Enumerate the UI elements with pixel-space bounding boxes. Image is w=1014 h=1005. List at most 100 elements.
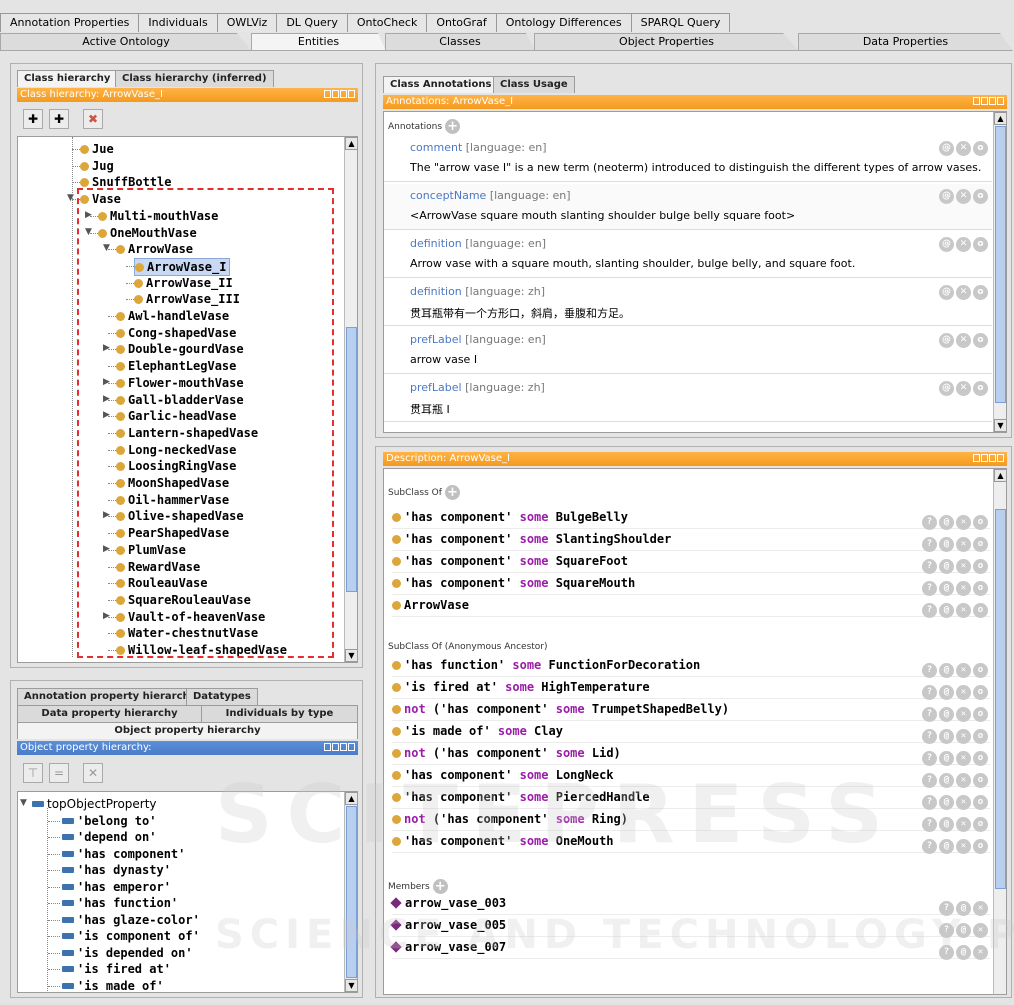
tab-object-property-hierarchy[interactable]: Object property hierarchy (17, 722, 358, 739)
delete-icon[interactable]: ✕ (956, 795, 971, 810)
annotate-icon[interactable]: @ (939, 795, 954, 810)
scroll-down-icon[interactable]: ▼ (994, 419, 1006, 432)
edit-icon[interactable]: o (973, 663, 988, 678)
explain-icon[interactable]: ? (922, 685, 937, 700)
tab-individuals-by-type[interactable]: Individuals by type (201, 705, 358, 722)
tab-ontograf[interactable]: OntoGraf (426, 13, 497, 32)
explain-icon[interactable]: ? (922, 581, 937, 596)
scroll-up-icon[interactable]: ▲ (994, 469, 1006, 482)
tab-active-ontology[interactable]: Active Ontology (0, 33, 252, 51)
property-tree-item[interactable]: 'has component' (62, 846, 185, 862)
window-buttons-icon[interactable] (324, 743, 355, 751)
explain-icon[interactable]: ? (922, 751, 937, 766)
tab-data-property-hierarchy[interactable]: Data property hierarchy (17, 705, 202, 722)
delete-icon[interactable]: ✕ (956, 537, 971, 552)
add-member-icon[interactable]: + (432, 879, 448, 894)
property-tree-item[interactable]: 'has emperor' (62, 879, 171, 895)
annotation-property[interactable]: definition (410, 237, 462, 250)
explain-icon[interactable]: ? (922, 537, 937, 552)
annotate-icon[interactable]: @ (939, 141, 954, 156)
edit-icon[interactable]: o (973, 285, 988, 300)
add-subclass-icon[interactable]: ✚ (23, 109, 43, 129)
collapse-arrow-icon[interactable]: ▼ (20, 798, 27, 808)
annotation-property[interactable]: prefLabel (410, 381, 462, 394)
scroll-thumb[interactable] (346, 327, 357, 592)
add-sibling-property-icon[interactable]: = (49, 763, 69, 783)
tab-class-annotations[interactable]: Class Annotations (383, 76, 499, 93)
annotate-icon[interactable]: @ (939, 751, 954, 766)
tab-class-hierarchy[interactable]: Class hierarchy (17, 70, 118, 87)
explain-icon[interactable]: ? (922, 773, 937, 788)
annotate-icon[interactable]: @ (939, 559, 954, 574)
edit-icon[interactable]: o (973, 707, 988, 722)
tab-data-properties[interactable]: Data Properties (798, 33, 1013, 51)
delete-icon[interactable]: ✕ (956, 603, 971, 618)
edit-icon[interactable]: o (973, 729, 988, 744)
edit-icon[interactable]: o (973, 773, 988, 788)
window-buttons-icon[interactable] (973, 97, 1004, 105)
edit-icon[interactable]: o (973, 817, 988, 832)
property-tree-item[interactable]: topObjectProperty (32, 796, 157, 812)
edit-icon[interactable]: o (973, 189, 988, 204)
explain-icon[interactable]: ? (922, 839, 937, 854)
edit-icon[interactable]: o (973, 581, 988, 596)
annotation-property[interactable]: prefLabel (410, 333, 462, 346)
property-tree-item[interactable]: 'is fired at' (62, 961, 171, 977)
annotate-icon[interactable]: @ (939, 381, 954, 396)
explain-icon[interactable]: ? (922, 795, 937, 810)
axiom-row[interactable]: 'is fired at' some HighTemperature? @ ✕ o (392, 677, 990, 700)
annotations-scrollbar[interactable]: ▲ ▼ (993, 112, 1006, 432)
annotate-icon[interactable]: @ (939, 839, 954, 854)
annotate-icon[interactable]: @ (939, 581, 954, 596)
annotation-row[interactable]: definition [language: en] Arrow vase with… (384, 232, 992, 278)
annotate-icon[interactable]: @ (939, 537, 954, 552)
edit-icon[interactable]: o (973, 685, 988, 700)
scroll-thumb[interactable] (995, 509, 1006, 889)
edit-icon[interactable]: o (973, 839, 988, 854)
window-buttons-icon[interactable] (973, 454, 1004, 462)
delete-icon[interactable]: ✕ (956, 685, 971, 700)
scroll-down-icon[interactable]: ▼ (345, 979, 357, 992)
property-tree-item[interactable]: 'is made of' (62, 978, 164, 992)
delete-icon[interactable]: ✕ (956, 581, 971, 596)
axiom-row[interactable]: 'is made of' some Clay? @ ✕ o (392, 721, 990, 744)
window-buttons-icon[interactable] (324, 90, 355, 98)
scroll-thumb[interactable] (995, 126, 1006, 403)
annotation-row[interactable]: definition [language: zh] 贯耳瓶带有一个方形口，斜肩，垂… (384, 280, 992, 326)
edit-icon[interactable]: o (973, 751, 988, 766)
tab-class-hierarchy-inferred[interactable]: Class hierarchy (inferred) (115, 70, 274, 87)
add-annotation-icon[interactable]: + (445, 119, 461, 134)
tab-annotation-properties[interactable]: Annotation Properties (0, 13, 140, 32)
annotate-icon[interactable]: @ (939, 817, 954, 832)
class-tree-item[interactable]: Jue (80, 141, 114, 157)
axiom-row[interactable]: not ('has component' some TrumpetShapedB… (392, 699, 990, 722)
delete-icon[interactable]: ✕ (956, 559, 971, 574)
annotate-icon[interactable]: @ (939, 603, 954, 618)
delete-icon[interactable]: ✕ (956, 817, 971, 832)
explain-icon[interactable]: ? (922, 707, 937, 722)
annotate-icon[interactable]: @ (939, 333, 954, 348)
axiom-row[interactable]: 'has component' some SquareMouth? @ ✕ o (392, 573, 990, 596)
add-superclass-icon[interactable]: + (444, 485, 460, 500)
explain-icon[interactable]: ? (922, 603, 937, 618)
scroll-up-icon[interactable]: ▲ (345, 137, 357, 150)
annotate-icon[interactable]: @ (939, 515, 954, 530)
tab-individuals[interactable]: Individuals (138, 13, 218, 32)
annotate-icon[interactable]: @ (939, 729, 954, 744)
edit-icon[interactable]: o (973, 141, 988, 156)
delete-icon[interactable]: ✕ (956, 189, 971, 204)
edit-icon[interactable]: o (973, 333, 988, 348)
annotation-row[interactable]: prefLabel [language: en] arrow vase I @ ✕ o (384, 328, 992, 374)
axiom-row[interactable]: 'has component' some BulgeBelly? @ ✕ o (392, 507, 990, 530)
annotation-property[interactable]: conceptName (410, 189, 486, 202)
explain-icon[interactable]: ? (922, 817, 937, 832)
delete-icon[interactable]: ✕ (956, 663, 971, 678)
annotate-icon[interactable]: @ (939, 707, 954, 722)
annotate-icon[interactable]: @ (939, 237, 954, 252)
edit-icon[interactable]: o (973, 603, 988, 618)
edit-icon[interactable]: o (973, 537, 988, 552)
delete-icon[interactable]: ✕ (956, 839, 971, 854)
property-tree-item[interactable]: 'depend on' (62, 829, 156, 845)
axiom-row[interactable]: 'has component' some SquareFoot? @ ✕ o (392, 551, 990, 574)
annotation-row[interactable]: comment [language: en] The "arrow vase I"… (384, 136, 992, 182)
